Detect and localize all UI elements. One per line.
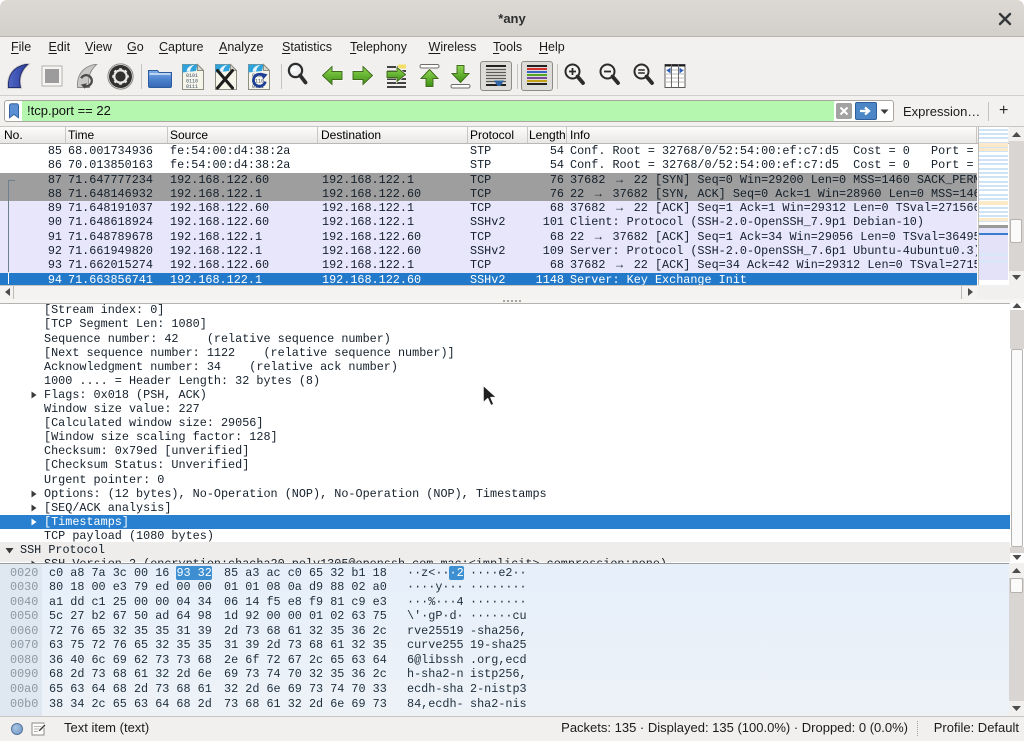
svg-text:0111: 0111 <box>186 84 198 90</box>
